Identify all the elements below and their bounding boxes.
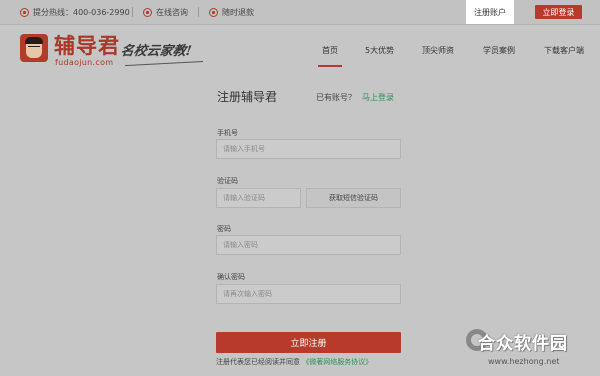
- top-bar: 提分热线：400-036-2990 在线咨询 随时退款 注册账户 立即登录: [0, 0, 600, 25]
- refund-label: 随时退款: [222, 7, 254, 17]
- password-input[interactable]: [216, 235, 401, 255]
- has-account-text: 已有账号？: [316, 93, 356, 102]
- site-header: 辅导君 fudaojun.com 名校云家教! 首页 5大优势 顶尖师资 学员案…: [0, 25, 600, 77]
- watermark-name: 合众软件园: [478, 334, 568, 354]
- logo-name[interactable]: 辅导君: [54, 30, 120, 60]
- nav-download[interactable]: 下载客户端: [544, 45, 584, 56]
- watermark-url: www.hezhong.net: [488, 357, 560, 366]
- nav-teachers[interactable]: 顶尖师资: [422, 45, 454, 56]
- phone-input[interactable]: [216, 139, 401, 159]
- nav-cases[interactable]: 学员案例: [483, 45, 515, 56]
- agreement-text: 注册代表您已经阅读并同意 《微著网络服务协议》: [216, 357, 372, 367]
- online-consult-label: 在线咨询: [156, 7, 188, 17]
- slogan: 名校云家教!: [119, 44, 193, 59]
- login-now-link[interactable]: 马上登录: [362, 92, 394, 103]
- nav-advantages[interactable]: 5大优势: [365, 45, 394, 56]
- divider: [198, 7, 199, 17]
- password-label: 密码: [217, 225, 231, 233]
- online-consult-link[interactable]: 在线咨询: [143, 0, 188, 24]
- hotline: 提分热线：400-036-2990: [20, 0, 130, 24]
- verification-code-input[interactable]: [216, 188, 301, 208]
- refund-link[interactable]: 随时退款: [209, 0, 254, 24]
- refund-icon: [209, 7, 218, 17]
- divider: [132, 7, 133, 17]
- hotline-text: 提分热线：400-036-2990: [33, 7, 130, 17]
- register-account-link[interactable]: 注册账户: [466, 0, 514, 24]
- slogan-underline: [125, 60, 203, 67]
- phone-label: 手机号: [217, 129, 238, 137]
- agreement-prefix: 注册代表您已经阅读并同意: [216, 358, 300, 366]
- form-title: 注册辅导君: [217, 90, 278, 104]
- nav-home[interactable]: 首页: [322, 45, 338, 56]
- chat-icon: [143, 7, 152, 17]
- confirm-password-label: 确认密码: [217, 273, 245, 281]
- logo-mascot-icon[interactable]: [20, 34, 48, 62]
- login-button[interactable]: 立即登录: [535, 5, 582, 19]
- logo-url: fudaojun.com: [55, 58, 114, 67]
- watermark: 合众软件园 www.hezhong.net: [466, 327, 596, 372]
- confirm-password-input[interactable]: [216, 284, 401, 304]
- code-label: 验证码: [217, 177, 238, 185]
- register-submit-button[interactable]: 立即注册: [216, 332, 401, 353]
- service-agreement-link[interactable]: 《微著网络服务协议》: [302, 358, 372, 366]
- nav-active-indicator: [318, 65, 342, 67]
- phone-icon: [20, 7, 29, 17]
- get-sms-code-button[interactable]: 获取短信验证码: [306, 188, 401, 208]
